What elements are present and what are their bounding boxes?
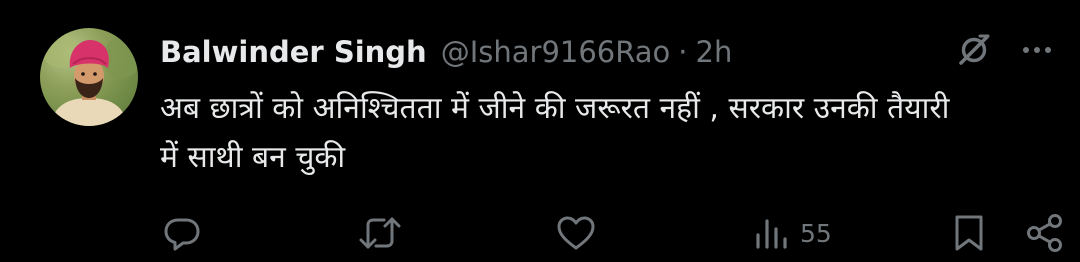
views-count: 55 bbox=[800, 218, 832, 248]
top-actions bbox=[954, 30, 1054, 70]
share-button[interactable] bbox=[1026, 208, 1064, 258]
grok-icon[interactable] bbox=[954, 30, 994, 70]
tweet-text-line: अब छात्रों को अनिश्चितता में जीने की जरू… bbox=[160, 91, 950, 126]
tweet-card[interactable]: Balwinder Singh @Ishar9166Rao · 2h अब छा… bbox=[0, 0, 1080, 262]
author-handle[interactable]: @Ishar9166Rao bbox=[441, 35, 671, 69]
views-icon bbox=[756, 219, 787, 249]
author-display-name[interactable]: Balwinder Singh bbox=[160, 35, 427, 69]
tweet-text: अब छात्रों को अनिश्चितता में जीने की जरू… bbox=[160, 84, 1050, 182]
tweet-header: Balwinder Singh @Ishar9166Rao · 2h bbox=[160, 30, 732, 74]
retweet-icon bbox=[359, 217, 401, 249]
avatar-image bbox=[42, 32, 138, 126]
separator-dot: · bbox=[678, 35, 688, 69]
avatar[interactable] bbox=[40, 28, 138, 126]
tweet-actions-bar: 55 bbox=[0, 208, 1080, 258]
share-icon bbox=[1027, 214, 1062, 252]
tweet-timestamp[interactable]: 2h bbox=[696, 35, 733, 69]
reply-button[interactable] bbox=[162, 208, 202, 258]
bookmark-button[interactable] bbox=[952, 208, 986, 258]
like-icon bbox=[557, 216, 595, 250]
views-button[interactable]: 55 bbox=[754, 208, 832, 258]
more-icon[interactable] bbox=[1020, 33, 1054, 67]
bookmark-icon bbox=[955, 215, 983, 251]
tweet-text-line: में साथी बन चुकी bbox=[160, 140, 346, 175]
reply-icon bbox=[164, 218, 200, 251]
retweet-button[interactable] bbox=[357, 208, 403, 258]
like-button[interactable] bbox=[555, 208, 597, 258]
